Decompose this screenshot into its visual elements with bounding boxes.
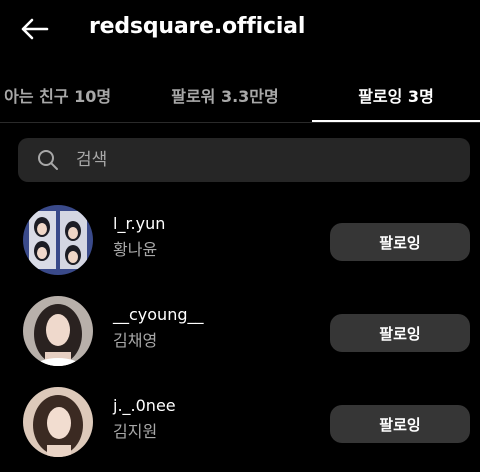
username[interactable]: l_r.yun bbox=[113, 214, 165, 233]
avatar[interactable] bbox=[23, 387, 93, 457]
following-list-item[interactable]: j._.0nee 김지원 팔로잉 bbox=[0, 378, 480, 468]
following-list-item[interactable]: l_r.yun 황나윤 팔로잉 bbox=[0, 196, 480, 286]
search-bar[interactable] bbox=[18, 138, 470, 182]
page-title: redsquare.official bbox=[89, 14, 306, 39]
active-tab-indicator bbox=[312, 120, 480, 122]
username[interactable]: __cyoung__ bbox=[113, 305, 204, 324]
following-list-item[interactable]: __cyoung__ 김채영 팔로잉 bbox=[0, 287, 480, 377]
arrow-left-icon bbox=[21, 18, 49, 40]
avatar[interactable] bbox=[23, 296, 93, 366]
full-name: 김채영 bbox=[113, 331, 158, 350]
tab-following[interactable]: 팔로잉 3명 bbox=[312, 68, 480, 122]
following-button[interactable]: 팔로잉 bbox=[330, 314, 470, 352]
avatar[interactable] bbox=[23, 205, 93, 275]
tab-bar: 이 아는 친구 10명 팔로워 3.3만명 팔로잉 3명 bbox=[0, 68, 480, 123]
tab-mutual-friends[interactable]: 이 아는 친구 10명 bbox=[0, 68, 135, 122]
full-name: 황나윤 bbox=[113, 240, 158, 259]
username[interactable]: j._.0nee bbox=[113, 396, 176, 415]
full-name: 김지원 bbox=[113, 422, 158, 441]
search-icon bbox=[38, 150, 58, 170]
following-button[interactable]: 팔로잉 bbox=[330, 223, 470, 261]
search-input[interactable] bbox=[74, 149, 438, 171]
back-button[interactable] bbox=[14, 12, 54, 46]
tab-followers[interactable]: 팔로워 3.3만명 bbox=[140, 68, 310, 122]
following-button[interactable]: 팔로잉 bbox=[330, 405, 470, 443]
top-bar: redsquare.official bbox=[0, 0, 480, 58]
